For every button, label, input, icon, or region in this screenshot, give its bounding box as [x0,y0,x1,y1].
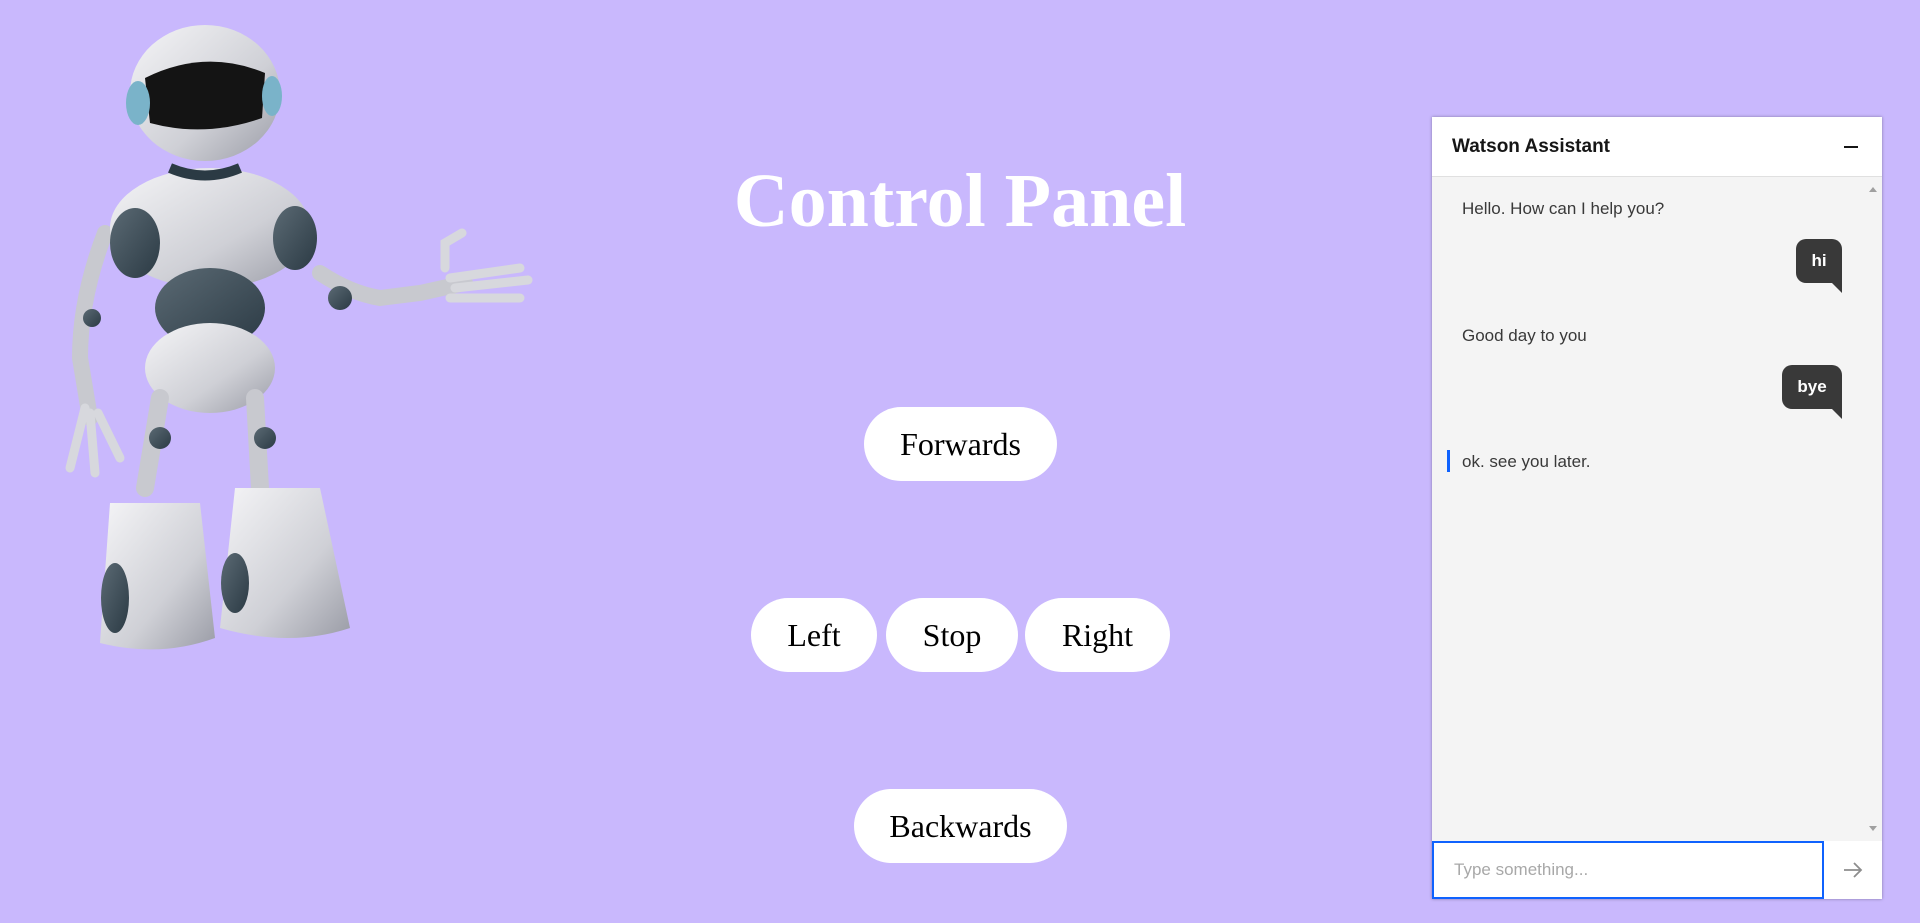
left-button[interactable]: Left [751,598,877,672]
forwards-button[interactable]: Forwards [864,407,1057,481]
bot-message: Good day to you [1462,326,1587,345]
send-button[interactable] [1824,841,1882,899]
chat-title: Watson Assistant [1452,135,1611,157]
page-title: Control Panel [733,159,1187,243]
robot-illustration [65,25,533,650]
stop-button[interactable]: Stop [886,598,1018,672]
bot-message: Hello. How can I help you? [1462,199,1665,218]
chat-scrollbar[interactable] [1864,177,1882,841]
backwards-button[interactable]: Backwards [854,789,1067,863]
scroll-down-icon[interactable] [1869,826,1877,831]
chat-messages[interactable]: Hello. How can I help you? hi Good day t… [1432,177,1882,841]
chat-header: Watson Assistant [1432,117,1882,177]
chat-widget: Watson Assistant Hello. How can I help y… [1432,117,1882,899]
chat-input[interactable] [1432,841,1824,899]
user-message: hi [1796,239,1842,293]
right-button[interactable]: Right [1025,598,1170,672]
user-message: bye [1782,365,1842,419]
minimize-icon[interactable] [1840,136,1862,158]
bot-message: ok. see you later. [1447,450,1591,472]
arrow-right-icon [1844,862,1863,878]
scroll-up-icon[interactable] [1869,187,1877,192]
chat-input-row [1432,841,1882,899]
